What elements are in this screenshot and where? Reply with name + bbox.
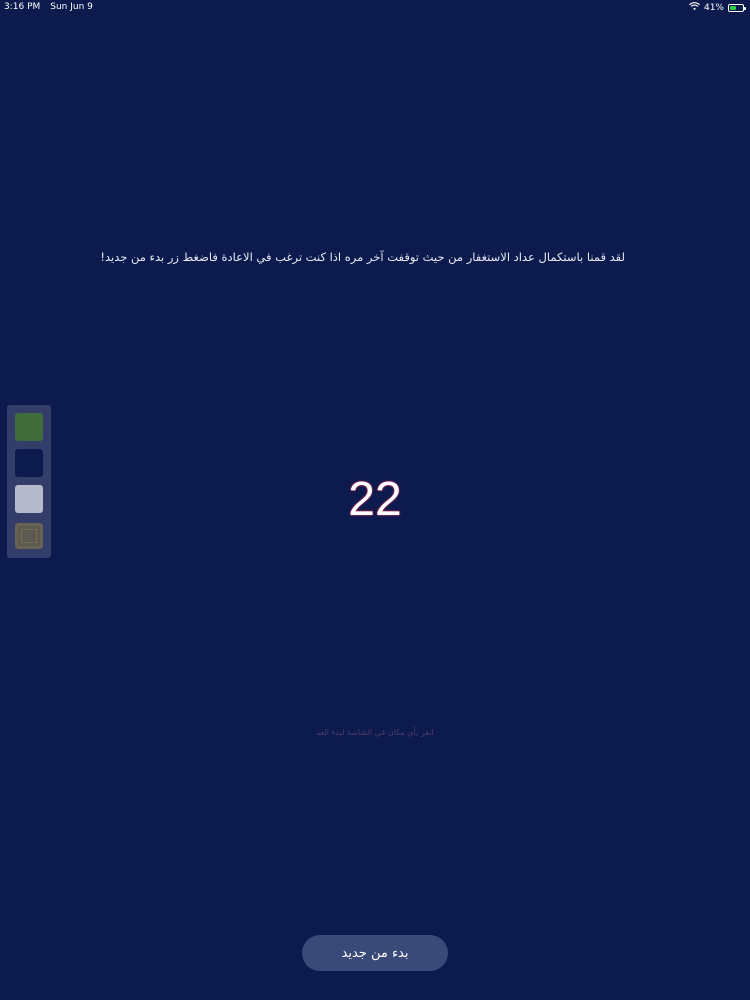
battery-level	[730, 5, 736, 10]
tasbih-counter: 22	[348, 473, 402, 526]
swatch-green[interactable]	[15, 413, 43, 441]
status-right: 41%	[689, 2, 746, 13]
wifi-icon	[689, 2, 700, 13]
battery-icon	[728, 3, 746, 12]
resume-message: لقد قمنا باستكمال عداد الاستغفار من حيث …	[100, 250, 625, 264]
status-left: 3:16 PM Sun Jun 9	[4, 2, 93, 12]
status-time: 3:16 PM	[4, 2, 41, 12]
status-bar: 3:16 PM Sun Jun 9 41%	[0, 0, 750, 16]
restart-button[interactable]: بدء من جديد	[302, 935, 448, 971]
counter-screen[interactable]: 3:16 PM Sun Jun 9 41% لقد قمنا باستكمال …	[0, 0, 750, 1000]
restart-button-label: بدء من جديد	[341, 945, 409, 961]
battery-percent: 41%	[703, 2, 724, 13]
status-date: Sun Jun 9	[50, 2, 93, 12]
tap-hint: انقر بأي مكان في الشاشة لبدء العد	[316, 728, 434, 737]
